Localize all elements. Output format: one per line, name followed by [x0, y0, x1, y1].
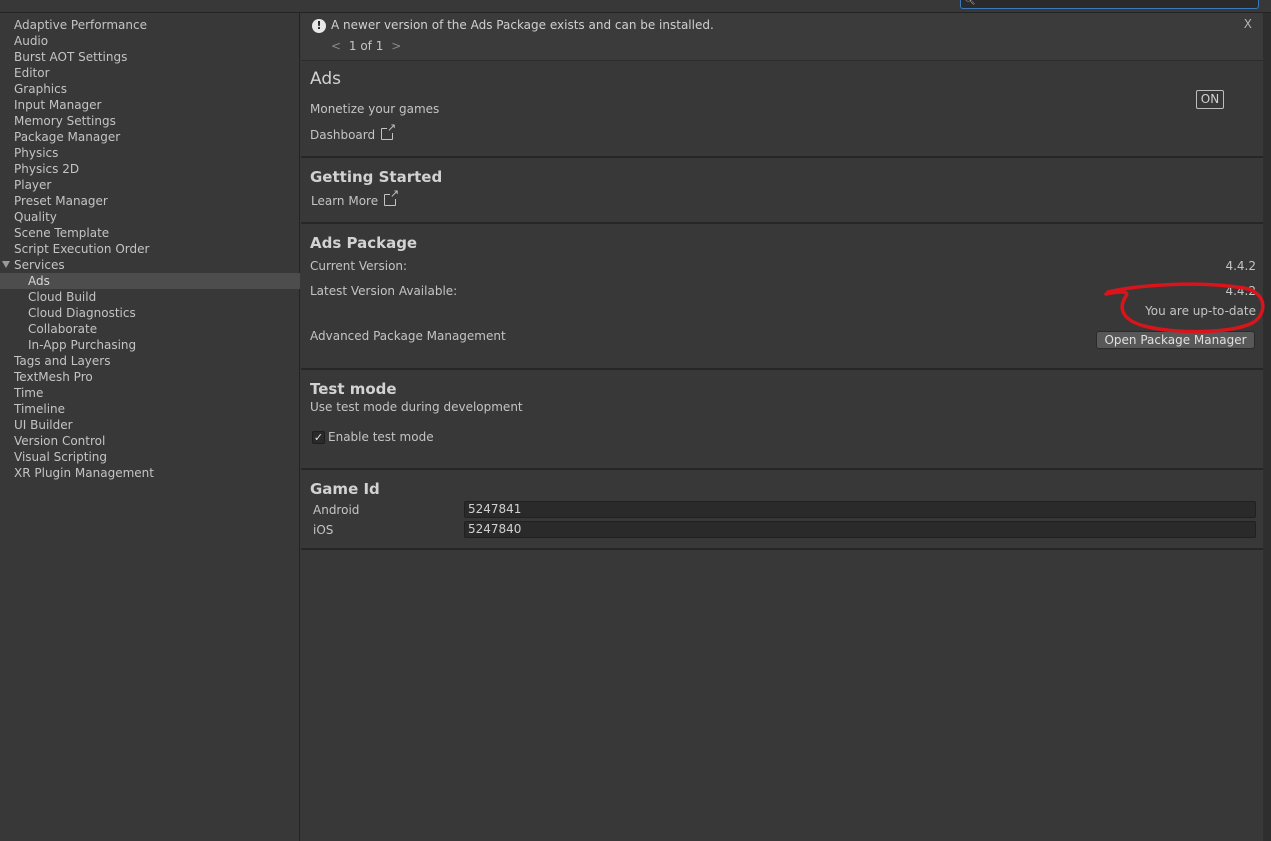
- scrollbar[interactable]: [1263, 13, 1271, 841]
- expand-arrow-icon[interactable]: [2, 261, 10, 268]
- sidebar-item-adaptive-performance[interactable]: Adaptive Performance: [0, 17, 300, 33]
- current-version-label: Current Version:: [310, 259, 408, 273]
- up-to-date-status: You are up-to-date: [1145, 304, 1256, 318]
- ads-package-heading: Ads Package: [310, 234, 418, 252]
- sidebar-item-in-app-purchasing[interactable]: In-App Purchasing: [0, 337, 300, 353]
- sidebar-item-time[interactable]: Time: [0, 385, 300, 401]
- update-notification: ! A newer version of the Ads Package exi…: [301, 13, 1263, 61]
- dashboard-link-label: Dashboard: [310, 128, 376, 142]
- advanced-package-management-label: Advanced Package Management: [310, 329, 506, 343]
- open-package-manager-button[interactable]: Open Package Manager: [1096, 331, 1255, 349]
- notification-message: A newer version of the Ads Package exist…: [331, 18, 714, 32]
- android-label: Android: [313, 503, 360, 517]
- sidebar-item-memory-settings[interactable]: Memory Settings: [0, 113, 300, 129]
- latest-version-value: 4.4.2: [1225, 284, 1256, 298]
- sidebar-item-burst-aot-settings[interactable]: Burst AOT Settings: [0, 49, 300, 65]
- latest-version-label: Latest Version Available:: [310, 284, 458, 298]
- sidebar-item-tags-and-layers[interactable]: Tags and Layers: [0, 353, 300, 369]
- sidebar-item-editor[interactable]: Editor: [0, 65, 300, 81]
- ads-toggle-button[interactable]: ON: [1196, 90, 1224, 109]
- sidebar-item-visual-scripting[interactable]: Visual Scripting: [0, 449, 300, 465]
- ios-game-id-field[interactable]: 5247840: [464, 521, 1256, 538]
- current-version-value: 4.4.2: [1225, 259, 1256, 273]
- sidebar-item-physics-2d[interactable]: Physics 2D: [0, 161, 300, 177]
- section-divider: [301, 156, 1263, 158]
- notification-pager: < 1 of 1 >: [331, 39, 401, 53]
- sidebar-item-cloud-diagnostics[interactable]: Cloud Diagnostics: [0, 305, 300, 321]
- sidebar-item-label: Services: [14, 258, 65, 272]
- sidebar-item-scene-template[interactable]: Scene Template: [0, 225, 300, 241]
- android-game-id-field[interactable]: 5247841: [464, 501, 1256, 518]
- section-divider: [301, 368, 1263, 370]
- sidebar-item-player[interactable]: Player: [0, 177, 300, 193]
- dashboard-link[interactable]: Dashboard: [310, 122, 397, 142]
- sidebar-item-audio[interactable]: Audio: [0, 33, 300, 49]
- exclamation-icon: !: [312, 19, 326, 33]
- prev-button[interactable]: <: [331, 39, 341, 53]
- settings-sidebar: Adaptive Performance Audio Burst AOT Set…: [0, 13, 300, 841]
- sidebar-item-xr-plugin-management[interactable]: XR Plugin Management: [0, 465, 300, 481]
- sidebar-item-input-manager[interactable]: Input Manager: [0, 97, 300, 113]
- next-button[interactable]: >: [391, 39, 401, 53]
- page-title: Ads: [310, 69, 341, 89]
- external-link-icon: [384, 188, 400, 206]
- test-mode-description: Use test mode during development: [310, 400, 523, 414]
- learn-more-link[interactable]: Learn More: [311, 188, 400, 208]
- sidebar-item-quality[interactable]: Quality: [0, 209, 300, 225]
- sidebar-item-ui-builder[interactable]: UI Builder: [0, 417, 300, 433]
- external-link-icon: [381, 122, 397, 140]
- sidebar-item-textmesh-pro[interactable]: TextMesh Pro: [0, 369, 300, 385]
- sidebar-item-ads[interactable]: Ads: [0, 273, 300, 289]
- sidebar-item-script-execution-order[interactable]: Script Execution Order: [0, 241, 300, 257]
- settings-panel: ! A newer version of the Ads Package exi…: [301, 13, 1263, 841]
- sidebar-item-services[interactable]: Services: [0, 257, 300, 273]
- search-input[interactable]: 🔍︎: [960, 0, 1259, 9]
- enable-test-mode-checkbox[interactable]: ✓: [312, 431, 325, 444]
- pager-count: 1 of 1: [348, 39, 384, 53]
- enable-test-mode-label[interactable]: Enable test mode: [328, 430, 434, 444]
- close-button[interactable]: X: [1244, 17, 1252, 31]
- ios-label: iOS: [313, 523, 334, 537]
- sidebar-item-version-control[interactable]: Version Control: [0, 433, 300, 449]
- sidebar-item-physics[interactable]: Physics: [0, 145, 300, 161]
- ads-subtitle: Monetize your games: [310, 102, 440, 116]
- sidebar-item-collaborate[interactable]: Collaborate: [0, 321, 300, 337]
- sidebar-item-cloud-build[interactable]: Cloud Build: [0, 289, 300, 305]
- learn-more-label: Learn More: [311, 194, 379, 208]
- sidebar-item-graphics[interactable]: Graphics: [0, 81, 300, 97]
- sidebar-item-package-manager[interactable]: Package Manager: [0, 129, 300, 145]
- getting-started-heading: Getting Started: [310, 168, 443, 186]
- sidebar-item-preset-manager[interactable]: Preset Manager: [0, 193, 300, 209]
- game-id-heading: Game Id: [310, 480, 380, 498]
- sidebar-item-timeline[interactable]: Timeline: [0, 401, 300, 417]
- section-divider: [301, 222, 1263, 224]
- search-icon: 🔍︎: [964, 0, 976, 6]
- section-divider: [301, 548, 1263, 550]
- test-mode-heading: Test mode: [310, 380, 397, 398]
- top-toolbar: 🔍︎: [0, 0, 1271, 13]
- section-divider: [301, 468, 1263, 470]
